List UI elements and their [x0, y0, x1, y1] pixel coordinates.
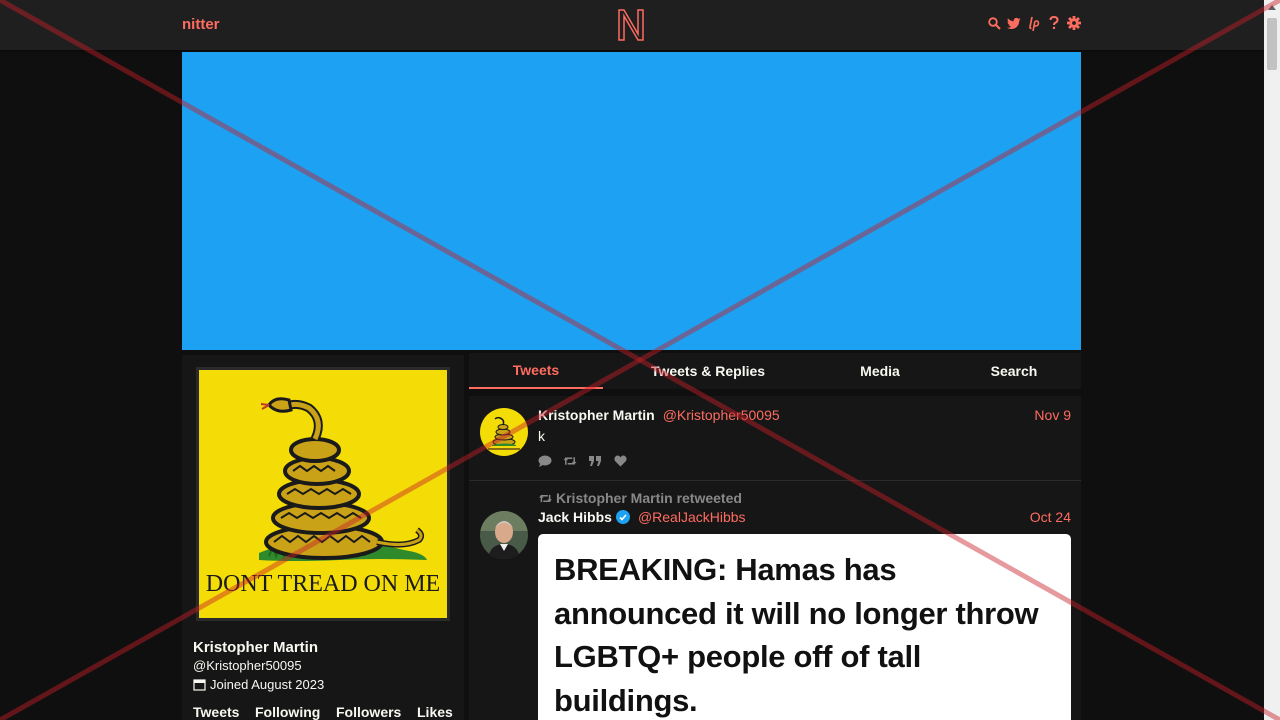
settings-gear-icon[interactable]	[1067, 15, 1081, 31]
profile-card: DONT TREAD ON ME Kristopher Martin @Kris…	[182, 355, 464, 720]
timeline-tabs: Tweets Tweets & Replies Media Search	[469, 353, 1081, 389]
profile-joined-date: Joined August 2023	[193, 677, 324, 692]
tweet-author: Kristopher Martin @Kristopher50095	[538, 407, 780, 423]
profile-fullname[interactable]: Kristopher Martin	[193, 639, 318, 656]
verified-badge-icon	[615, 510, 630, 524]
tweet-date[interactable]: Oct 24	[1030, 509, 1071, 525]
tweet-fullname[interactable]: Jack Hibbs	[538, 509, 612, 525]
tweet-fullname[interactable]: Kristopher Martin	[538, 407, 655, 423]
navbar: nitter	[0, 0, 1264, 50]
heart-icon[interactable]	[613, 455, 627, 467]
stat-likes-label[interactable]: Likes	[417, 704, 453, 720]
tab-tweets[interactable]: Tweets	[469, 353, 603, 389]
jack-hibbs-avatar	[480, 511, 528, 559]
scroll-up-arrow-icon[interactable]	[1268, 5, 1276, 10]
tweet-avatar[interactable]	[480, 511, 528, 559]
liberapay-icon[interactable]	[1027, 15, 1041, 31]
tab-tweets-and-replies[interactable]: Tweets & Replies	[603, 353, 813, 389]
tweet-text: k	[538, 428, 545, 444]
attachment-image-text: BREAKING: Hamas has announced it will no…	[554, 552, 1039, 718]
comment-icon[interactable]	[538, 455, 552, 467]
tweet-actions	[538, 455, 627, 467]
stat-following-label[interactable]: Following	[255, 704, 336, 720]
tweet-handle[interactable]: @Kristopher50095	[663, 407, 780, 423]
joined-text: Joined August 2023	[210, 677, 325, 692]
tab-media[interactable]: Media	[813, 353, 947, 389]
tweet-author: Jack Hibbs @RealJackHibbs	[538, 509, 746, 525]
calendar-icon	[193, 679, 206, 691]
retweet-icon	[539, 494, 552, 502]
profile-avatar[interactable]: DONT TREAD ON ME	[196, 367, 450, 621]
page-scrollbar[interactable]	[1264, 0, 1280, 720]
timeline-tweet[interactable]: Kristopher Martin retweeted Jack Hibbs @…	[469, 481, 1081, 720]
nav-icons	[987, 15, 1081, 31]
tweet-handle[interactable]: @RealJackHibbs	[638, 509, 746, 525]
twitter-bird-icon[interactable]	[1007, 15, 1021, 31]
gadsden-flag-image: DONT TREAD ON ME	[199, 370, 447, 618]
timeline-tweet[interactable]: Kristopher Martin @Kristopher50095 Nov 9…	[469, 396, 1081, 481]
retweet-header-text: Kristopher Martin retweeted	[556, 490, 742, 506]
tab-search[interactable]: Search	[947, 353, 1081, 389]
stat-tweets-label[interactable]: Tweets	[193, 704, 255, 720]
retweet-icon[interactable]	[563, 455, 577, 467]
profile-stats: Tweets Following Followers Likes	[193, 704, 453, 720]
nitter-logo-icon[interactable]	[617, 8, 645, 42]
timeline: Tweets Tweets & Replies Media Search Kri…	[469, 353, 1081, 720]
tweet-avatar[interactable]	[480, 408, 528, 456]
tweet-date[interactable]: Nov 9	[1034, 407, 1071, 423]
stat-followers-label[interactable]: Followers	[336, 704, 417, 720]
gadsden-flag-thumbnail	[480, 408, 528, 456]
tweet-image-attachment[interactable]: BREAKING: Hamas has announced it will no…	[538, 534, 1071, 720]
profile-banner[interactable]	[182, 52, 1081, 350]
help-icon[interactable]	[1047, 15, 1061, 31]
scrollbar-thumb[interactable]	[1267, 18, 1277, 70]
quote-icon[interactable]	[588, 455, 602, 467]
retweet-header[interactable]: Kristopher Martin retweeted	[538, 490, 742, 506]
flag-motto: DONT TREAD ON ME	[206, 571, 440, 597]
site-brand-link[interactable]: nitter	[182, 16, 220, 33]
search-icon[interactable]	[987, 15, 1001, 31]
profile-username[interactable]: @Kristopher50095	[193, 658, 302, 673]
